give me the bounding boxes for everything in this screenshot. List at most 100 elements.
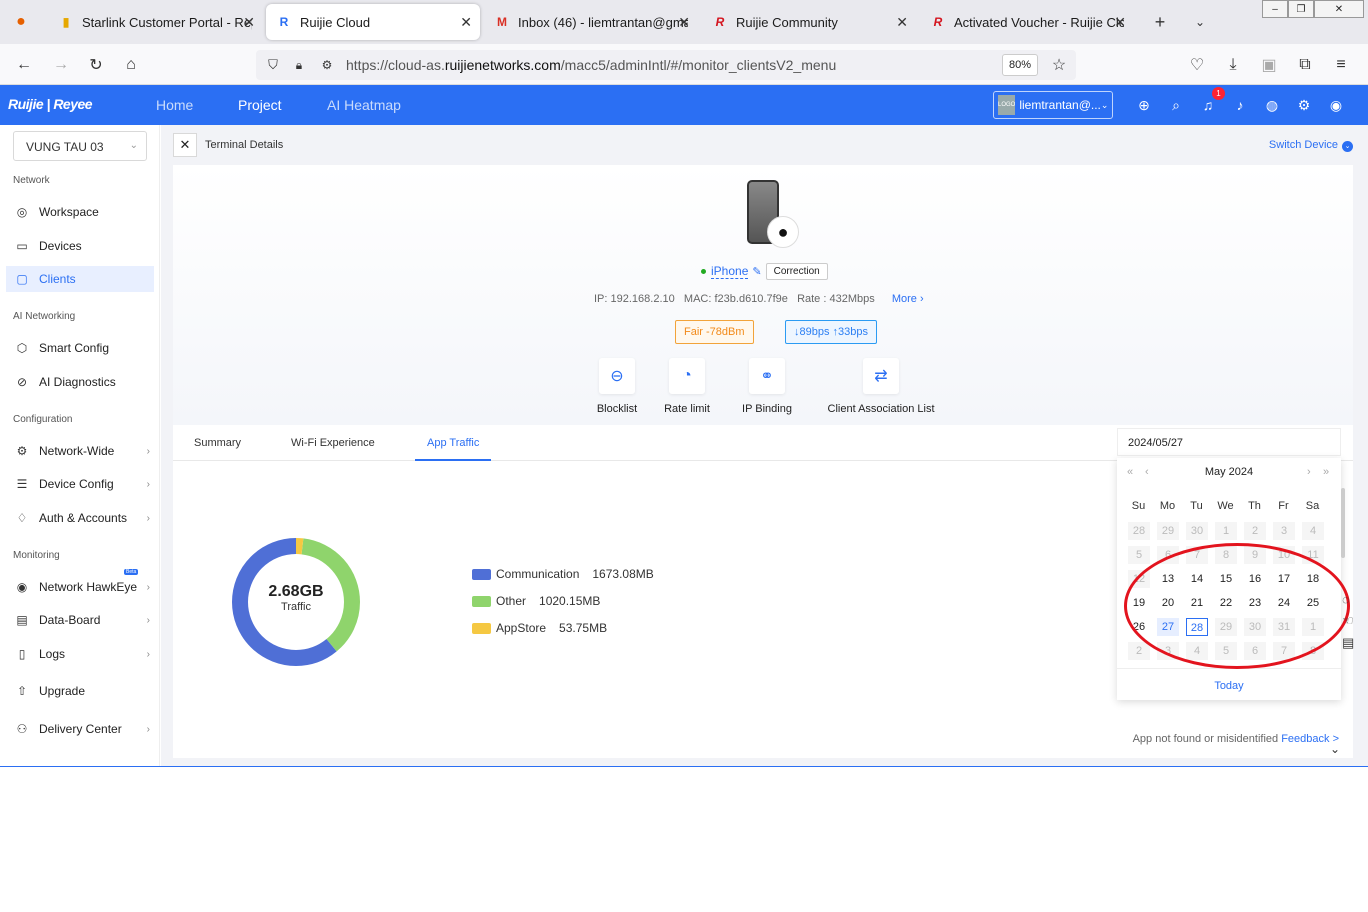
- calendar-day: 28: [1128, 522, 1150, 540]
- sidebar-item-label: Smart Config: [39, 341, 110, 355]
- legend-other: Other 1020.15MB: [472, 594, 600, 608]
- more-link[interactable]: More ›: [892, 293, 924, 305]
- chevron-down-icon: ⌄: [129, 140, 138, 151]
- back-icon[interactable]: ←: [13, 54, 35, 76]
- close-icon[interactable]: ✕: [1114, 14, 1126, 31]
- sidebar: VUNG TAU 03 ⌄ Network ◎ Workspace ▭ Device…: [0, 125, 160, 767]
- tab-summary[interactable]: Summary: [194, 437, 241, 459]
- sidebar-item-data-board[interactable]: ▤ Data-Board ›: [6, 607, 154, 633]
- bookmark-star-icon[interactable]: ☆: [1048, 54, 1070, 76]
- next-year-icon[interactable]: »: [1323, 466, 1329, 478]
- next-month-icon[interactable]: ›: [1307, 466, 1311, 478]
- legend-name: Other: [496, 594, 527, 608]
- close-details-button[interactable]: ✕: [173, 133, 197, 157]
- tab-app-traffic[interactable]: App Traffic: [415, 437, 492, 461]
- action-rate-limit[interactable]: ◔ Rate limit: [659, 358, 715, 415]
- pocket-icon[interactable]: ♡: [1186, 54, 1208, 76]
- action-blocklist[interactable]: ⊖ Blocklist: [587, 358, 647, 415]
- sidebar-item-delivery-center[interactable]: ⚇ Delivery Center ›: [6, 716, 154, 742]
- chat-icon[interactable]: ◌: [1342, 592, 1358, 607]
- lock-icon[interactable]: 🔒︎: [288, 54, 310, 76]
- chevron-right-icon: ›: [146, 478, 150, 490]
- forward-icon[interactable]: →: [50, 54, 72, 76]
- sidebar-item-workspace[interactable]: ◎ Workspace: [6, 199, 154, 225]
- tab-list-chevron-icon[interactable]: ⌄: [1189, 11, 1211, 33]
- permissions-icon[interactable]: ⚙: [316, 54, 338, 76]
- close-icon[interactable]: ✕: [460, 14, 472, 31]
- action-label: Client Association List: [827, 403, 935, 415]
- project-selector[interactable]: VUNG TAU 03 ⌄: [13, 131, 147, 161]
- url-bar[interactable]: ⛉ 🔒︎ ⚙ https://cloud-as.ruijienetworks.c…: [256, 50, 1076, 80]
- ruijie-reyee-logo[interactable]: Ruijie | Reyee: [8, 96, 93, 112]
- switch-device-button[interactable]: Switch Device ⌄: [1269, 139, 1353, 152]
- menu-home[interactable]: Home: [156, 97, 193, 113]
- project-name: VUNG TAU 03: [26, 140, 104, 154]
- restore-icon[interactable]: ❐: [1288, 0, 1314, 18]
- account-selector[interactable]: LOGO liemtrantan@... ⌄: [993, 91, 1113, 119]
- download-icon[interactable]: ⤓: [1222, 54, 1244, 76]
- shield-icon[interactable]: ⛉: [262, 54, 284, 76]
- ip-label: IP:: [594, 293, 608, 305]
- edit-pencil-icon[interactable]: ✎: [752, 265, 761, 278]
- action-ip-binding[interactable]: ⚭ IP Binding: [737, 358, 797, 415]
- action-label: Blocklist: [596, 403, 638, 415]
- sidebar-item-logs[interactable]: ▯ Logs ›: [6, 641, 154, 667]
- hand-icon[interactable]: ☜: [1342, 613, 1358, 629]
- action-client-association-list[interactable]: ⇄ Client Association List: [823, 358, 939, 415]
- sidebar-item-smart-config[interactable]: ⬡ Smart Config: [6, 335, 154, 361]
- clipboard-icon[interactable]: ▤: [1342, 635, 1358, 651]
- close-icon[interactable]: ✕: [896, 14, 908, 31]
- url-text[interactable]: https://cloud-as.ruijienetworks.com/macc…: [346, 57, 836, 73]
- sidebar-item-devices[interactable]: ▭ Devices: [6, 233, 154, 259]
- new-tab-icon[interactable]: +: [1149, 11, 1171, 33]
- red-annotation-circle: [1124, 543, 1350, 669]
- home-icon[interactable]: ⌂: [120, 54, 142, 76]
- sidebar-item-device-config[interactable]: ☰ Device Config ›: [6, 471, 154, 497]
- extensions-icon[interactable]: ⧉: [1294, 54, 1316, 76]
- blocklist-icon: ⊖: [599, 358, 635, 394]
- tab-wifi-experience[interactable]: Wi-Fi Experience: [291, 437, 375, 459]
- minimize-icon[interactable]: –: [1262, 0, 1288, 18]
- menu-ai-heatmap[interactable]: AI Heatmap: [327, 97, 401, 113]
- close-icon[interactable]: ✕: [243, 14, 255, 31]
- sidebar-item-ai-diagnostics[interactable]: ⊘ AI Diagnostics: [6, 369, 154, 395]
- browser-tab-activated-voucher[interactable]: R Activated Voucher - Ruijie Clo ✕: [920, 4, 1134, 40]
- sidebar-item-network-wide[interactable]: ⚙ Network-Wide ›: [6, 438, 154, 464]
- add-icon[interactable]: ⊕: [1135, 96, 1153, 114]
- scrollbar-thumb[interactable]: [1341, 488, 1345, 558]
- legend-value: 1673.08MB: [592, 567, 654, 581]
- browser-tab-starlink[interactable]: ▮ Starlink Customer Portal - Rep ✕: [48, 4, 263, 40]
- sidebar-item-auth-accounts[interactable]: ♢ Auth & Accounts ›: [6, 505, 154, 531]
- gear-icon[interactable]: ⚙: [1295, 96, 1313, 114]
- today-button[interactable]: Today: [1117, 668, 1341, 692]
- browser-tab-gmail[interactable]: M Inbox (46) - liemtrantan@gma ✕: [484, 4, 698, 40]
- close-window-icon[interactable]: ✕: [1314, 0, 1364, 18]
- sidebar-item-label: Data-Board: [39, 613, 101, 627]
- browser-tab-ruijie-cloud[interactable]: R Ruijie Cloud ✕: [266, 4, 480, 40]
- sidebar-item-upgrade[interactable]: ⇧ Upgrade: [6, 678, 154, 704]
- traffic-rate-tag: ↓89bps ↑33bps: [785, 320, 877, 344]
- menu-project[interactable]: Project: [238, 97, 282, 113]
- search-icon[interactable]: ⌕: [1167, 96, 1185, 114]
- weekday-tu: Tu: [1190, 500, 1203, 512]
- browser-tab-ruijie-community[interactable]: R Ruijie Community ✕: [702, 4, 916, 40]
- firefox-icon[interactable]: ●: [10, 11, 32, 33]
- calendar-day: 2: [1244, 522, 1266, 540]
- hamburger-menu-icon[interactable]: ≡: [1330, 54, 1352, 76]
- globe-icon[interactable]: ◍: [1263, 96, 1281, 114]
- section-configuration: Configuration: [13, 414, 73, 425]
- close-icon[interactable]: ✕: [678, 14, 690, 31]
- reload-icon[interactable]: ↻: [85, 54, 107, 76]
- user-icon[interactable]: ◉: [1327, 96, 1345, 114]
- reader-icon[interactable]: ▣: [1258, 54, 1280, 76]
- correction-button[interactable]: Correction: [765, 263, 828, 280]
- scroll-down-chevron-icon[interactable]: ⌄: [1330, 742, 1340, 756]
- device-name[interactable]: iPhone: [711, 264, 749, 279]
- sidebar-item-network-hawkeye[interactable]: ◉ Network HawkEye ›: [6, 574, 154, 600]
- alarm-bell-icon[interactable]: ♪: [1231, 96, 1249, 114]
- sidebar-item-clients[interactable]: ▢ Clients: [6, 266, 154, 292]
- sidebar-item-label: Network-Wide: [39, 444, 115, 458]
- zoom-level[interactable]: 80%: [1002, 54, 1038, 76]
- account-logo: LOGO: [998, 95, 1016, 115]
- date-input[interactable]: 2024/05/27: [1117, 428, 1341, 456]
